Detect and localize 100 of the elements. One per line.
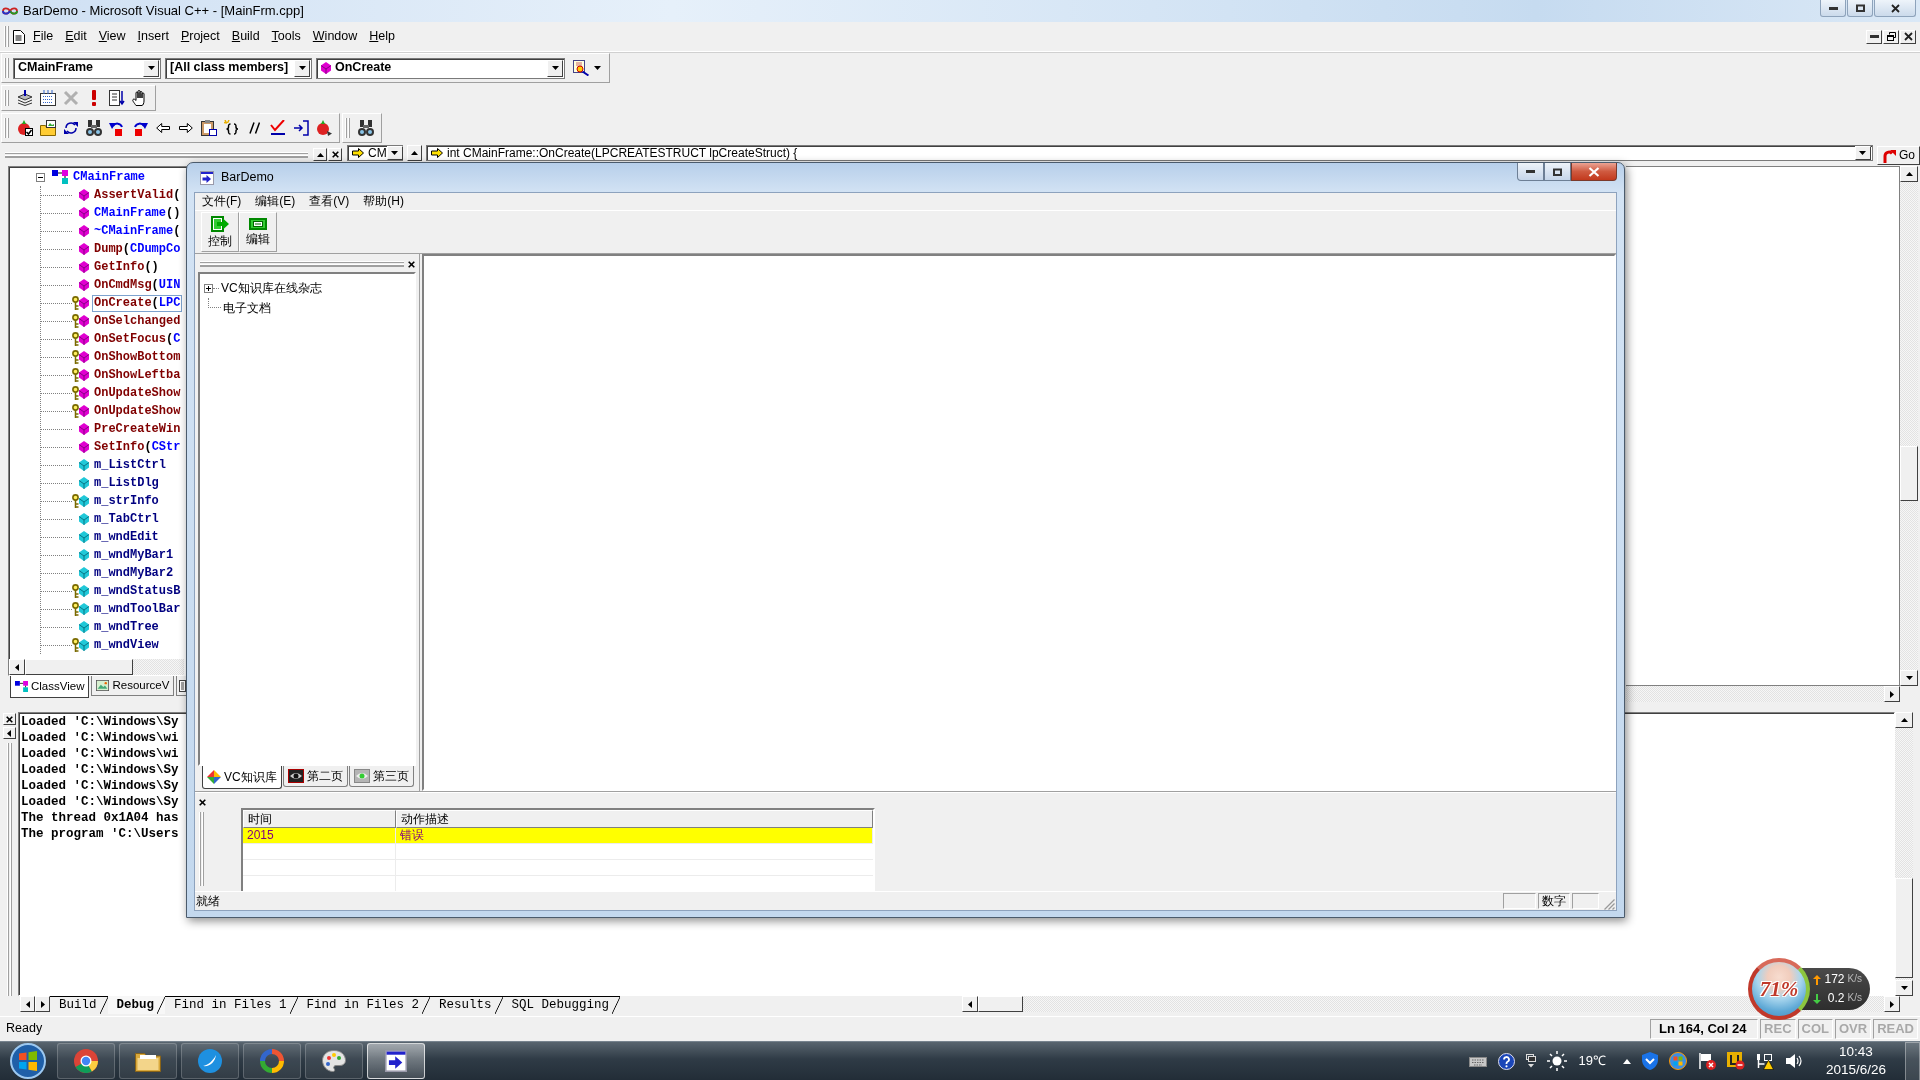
tree-item[interactable]: GetInfo() — [92, 258, 161, 276]
tab[interactable]: ClassView — [10, 676, 90, 698]
tree-item[interactable]: 电子文档 — [223, 300, 271, 316]
tab[interactable]: Find in Files 1 — [165, 996, 298, 1014]
tree-item[interactable]: OnCreate(LPC — [92, 294, 183, 312]
tab[interactable]: Results — [430, 996, 503, 1014]
close-button[interactable] — [1571, 163, 1617, 181]
column-header[interactable]: 动作描述 — [396, 810, 873, 828]
tab[interactable]: Build — [50, 996, 108, 1014]
tree-item[interactable]: m_wndStatusB — [92, 582, 183, 600]
tree-item[interactable]: m_wndMyBar2 — [92, 564, 176, 582]
menu-item[interactable]: 帮助(H) — [356, 194, 411, 209]
scroll-left-button[interactable] — [20, 996, 35, 1012]
tree-item[interactable]: m_wndToolBar — [92, 600, 183, 618]
sun-icon[interactable] — [1547, 1051, 1568, 1071]
flag-icon[interactable] — [1697, 1052, 1716, 1070]
scroll-thumb[interactable] — [1895, 878, 1913, 978]
tree-item[interactable]: OnShowBottom — [92, 348, 183, 366]
tree-item[interactable]: CMainFrame — [71, 168, 147, 186]
taskbar-button[interactable] — [305, 1043, 363, 1079]
binoculars-icon[interactable] — [357, 120, 374, 136]
menu-item[interactable]: Help — [363, 27, 401, 46]
network-icon[interactable] — [1755, 1052, 1774, 1070]
menu-item[interactable]: 查看(V) — [302, 194, 357, 209]
taskbar-button[interactable] — [367, 1043, 425, 1079]
tree-item[interactable]: ~CMainFrame( — [92, 222, 183, 240]
restore-button[interactable] — [1883, 29, 1899, 44]
tree-item[interactable]: m_ListCtrl — [92, 456, 168, 474]
tree-item[interactable]: OnCmdMsg(UIN — [92, 276, 183, 294]
keyboard-icon[interactable] — [1469, 1055, 1488, 1067]
tile-minus-icon[interactable] — [1726, 1052, 1745, 1070]
scroll-thumb[interactable] — [978, 996, 1023, 1012]
vertical-scrollbar[interactable] — [1900, 166, 1918, 686]
tree-item[interactable]: m_ListDlg — [92, 474, 161, 492]
tiles-badge-icon[interactable] — [1668, 1052, 1687, 1070]
caret-down-icon[interactable] — [551, 66, 559, 70]
menu-item[interactable]: 编辑(E) — [248, 194, 303, 209]
close-button[interactable] — [1874, 0, 1916, 17]
tree-item[interactable]: PreCreateWin — [92, 420, 183, 438]
table-row[interactable]: 2015 错误 — [243, 828, 873, 844]
tab[interactable]: SQL Debugging — [502, 996, 621, 1014]
resize-grip-icon[interactable] — [1604, 899, 1615, 910]
tab[interactable]: Find in Files 2 — [297, 996, 431, 1014]
function-combo[interactable]: int CMainFrame::OnCreate(LPCREATESTRUCT lpCreateStruct) { — [426, 145, 1873, 161]
scroll-thumb[interactable] — [25, 659, 133, 675]
vertical-scrollbar[interactable] — [1895, 712, 1913, 996]
tree-item[interactable]: m_wndEdit — [92, 528, 161, 546]
go-button[interactable]: Go — [1877, 146, 1920, 165]
help-icon[interactable] — [1498, 1052, 1516, 1070]
tab[interactable]: Debug — [107, 996, 166, 1014]
infinity-icon[interactable] — [2, 6, 18, 16]
minimize-button[interactable] — [1820, 0, 1846, 17]
tab[interactable]: VC知识库 — [202, 766, 282, 789]
window-icon[interactable] — [1526, 1054, 1537, 1068]
collapse-button[interactable] — [2, 727, 16, 739]
tree-item[interactable]: OnShowLeftba — [92, 366, 183, 384]
tree-item[interactable]: m_wndMyBar1 — [92, 546, 176, 564]
tree-item[interactable]: Dump(CDumpCo — [92, 240, 183, 258]
taskbar-button[interactable] — [119, 1043, 177, 1079]
show-desktop-button[interactable] — [1905, 1041, 1920, 1080]
scroll-right-button[interactable] — [35, 996, 50, 1012]
column-header[interactable]: 时间 — [243, 810, 396, 828]
tree-item[interactable]: m_strInfo — [92, 492, 161, 510]
scroll-thumb[interactable] — [1900, 446, 1918, 501]
minus-box-icon[interactable] — [36, 172, 45, 182]
scroll-left-button[interactable] — [9, 659, 25, 675]
speaker-icon[interactable] — [1784, 1053, 1803, 1069]
taskbar-button[interactable] — [57, 1043, 115, 1079]
member-combo[interactable]: OnCreate — [316, 57, 565, 79]
caret-down-icon[interactable] — [1859, 151, 1867, 155]
tree-item[interactable]: m_wndTree — [92, 618, 161, 636]
caret-up-icon[interactable] — [1622, 1058, 1631, 1064]
shield-icon[interactable] — [1641, 1052, 1658, 1070]
scroll-right-button[interactable] — [1884, 686, 1900, 702]
tab[interactable]: 第三页 — [348, 766, 414, 787]
horizontal-scrollbar[interactable] — [1626, 686, 1900, 702]
close-icon[interactable] — [408, 260, 415, 268]
close-icon[interactable] — [199, 799, 206, 806]
tree-item[interactable]: m_TabCtrl — [92, 510, 161, 528]
caret-down-icon[interactable] — [391, 151, 399, 155]
toolbar-button[interactable]: 控制 — [201, 212, 239, 252]
clock[interactable]: 10:43 2015/6/26 — [1825, 1043, 1886, 1079]
scroll-down-button[interactable] — [1895, 980, 1913, 996]
collapse-button[interactable] — [313, 148, 327, 161]
horizontal-scrollbar[interactable] — [9, 659, 184, 675]
menu-item[interactable]: 文件(F) — [195, 194, 249, 209]
scroll-up-button[interactable] — [1900, 166, 1918, 182]
tab[interactable]: ResourceV — [91, 676, 175, 696]
plus-box-icon[interactable] — [204, 283, 213, 293]
taskbar-button[interactable] — [243, 1043, 301, 1079]
tree-item[interactable]: AssertValid( — [92, 186, 183, 204]
scroll-down-button[interactable] — [1900, 670, 1918, 686]
tree-item[interactable]: CMainFrame() — [92, 204, 183, 222]
tree-item[interactable]: SetInfo(CStr — [92, 438, 183, 456]
tree-item[interactable]: VC知识库在线杂志 — [221, 280, 322, 296]
tab[interactable]: 第二页 — [282, 766, 348, 787]
toolbar-button[interactable]: 编辑 — [239, 212, 277, 252]
scroll-up-button[interactable] — [1895, 712, 1913, 728]
tree-item[interactable]: OnUpdateShow — [92, 402, 183, 420]
tree-item[interactable]: OnSelchanged — [92, 312, 183, 330]
